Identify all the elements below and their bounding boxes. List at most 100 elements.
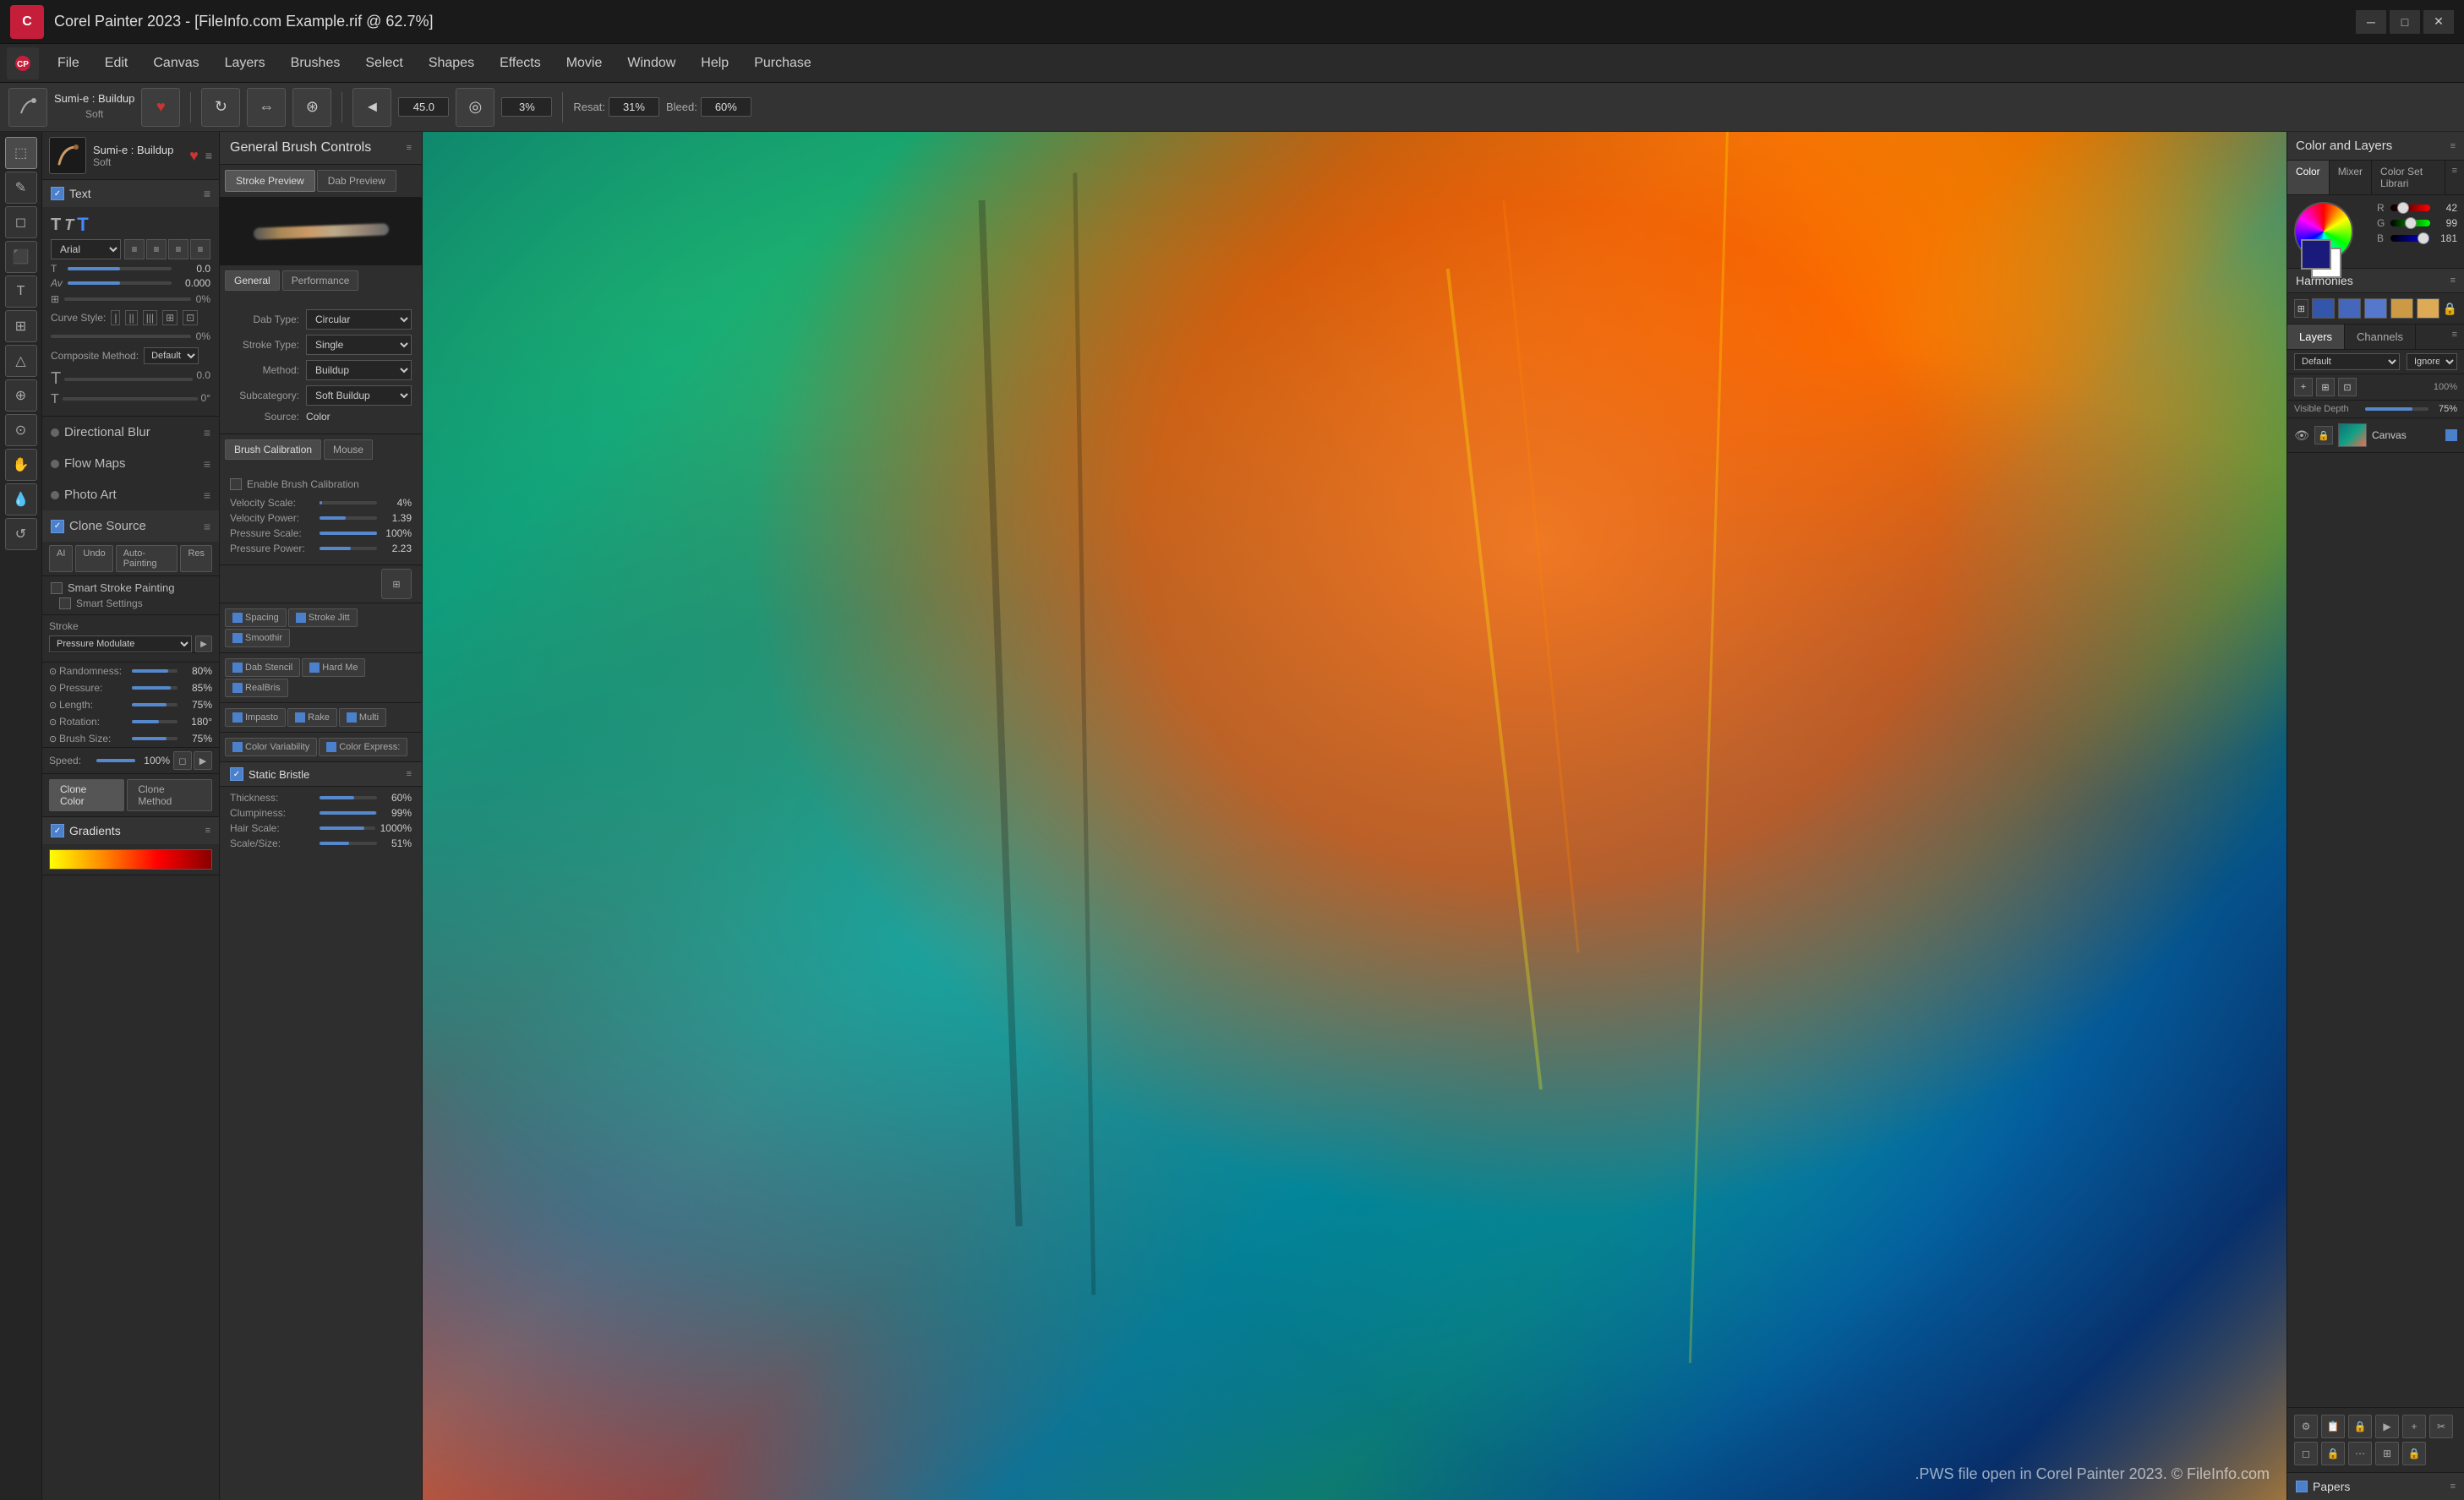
curve-icon1[interactable]: | [111, 310, 120, 325]
speed-stop-btn[interactable]: ◻ [173, 751, 192, 770]
ctrl-panel-menu-icon[interactable]: ≡ [407, 143, 412, 153]
harmonies-menu-icon[interactable]: ≡ [2450, 275, 2456, 286]
stroke-jitter-tab[interactable]: Stroke Jitt [288, 608, 358, 627]
speed-slider[interactable] [96, 759, 135, 762]
color-set-tab[interactable]: Color Set Librari [2372, 161, 2445, 194]
tool-fill[interactable]: ⬛ [5, 241, 37, 273]
layers-blend-select2[interactable]: Ignore [2407, 353, 2457, 370]
brush-menu-icon[interactable]: ≡ [205, 149, 212, 162]
harmony-swatch-5[interactable] [2417, 298, 2439, 319]
directional-blur-item[interactable]: Directional Blur ≡ [42, 417, 219, 448]
rb-settings-icon[interactable]: ⚙ [2294, 1415, 2318, 1438]
harmonies-tool-icon[interactable]: ⊞ [2294, 299, 2308, 318]
brush-calibration-tab[interactable]: Brush Calibration [225, 439, 321, 460]
canvas-layer-property-icon[interactable] [2445, 429, 2457, 441]
align-center-btn[interactable]: ≡ [146, 239, 167, 259]
hard-me-tab[interactable]: Hard Me [302, 658, 365, 677]
pressure-slider[interactable] [132, 686, 178, 690]
maximize-button[interactable]: □ [2390, 10, 2420, 34]
brush-favorite-icon[interactable]: ♥ [189, 147, 199, 165]
menu-purchase[interactable]: Purchase [742, 51, 823, 76]
tool-color-pick[interactable]: 💧 [5, 483, 37, 515]
layer-duplicate-icon[interactable]: ⊡ [2338, 378, 2357, 396]
harmony-swatch-1[interactable] [2312, 298, 2335, 319]
text-size-track[interactable] [68, 267, 172, 270]
scale-size-track[interactable] [320, 842, 377, 845]
painting-canvas[interactable] [423, 132, 2286, 1500]
static-bristle-checkbox[interactable] [230, 767, 243, 781]
tool-size-icon[interactable]: ◎ [456, 88, 494, 127]
color-tab[interactable]: Color [2287, 161, 2330, 194]
layers-blend-select[interactable]: Default [2294, 353, 2400, 370]
tool-eraser[interactable]: ◻ [5, 206, 37, 238]
harmony-swatch-4[interactable] [2390, 298, 2413, 319]
flow-maps-item[interactable]: Flow Maps ≡ [42, 448, 219, 479]
multi-tab[interactable]: Multi [339, 708, 386, 727]
auto-painting-button[interactable]: Auto-Painting [116, 545, 178, 572]
gradients-header[interactable]: Gradients ≡ [42, 817, 219, 844]
color-layers-menu-icon[interactable]: ≡ [2450, 141, 2456, 151]
text-track4[interactable] [63, 397, 198, 401]
font-select[interactable]: Arial [51, 239, 121, 259]
ai-button[interactable]: AI [49, 545, 73, 572]
curve-icon5[interactable]: ⊡ [183, 310, 198, 325]
smoothing-tab[interactable]: Smoothir [225, 629, 290, 647]
align-left-btn[interactable]: ≡ [124, 239, 145, 259]
rotation-slider[interactable] [132, 720, 178, 723]
composite-select[interactable]: Default [144, 347, 199, 364]
performance-tab[interactable]: Performance [282, 270, 359, 291]
speed-play-btn[interactable]: ▶ [194, 751, 212, 770]
gradients-checkbox[interactable] [51, 824, 64, 837]
photo-art-menu-icon[interactable]: ≡ [204, 488, 210, 502]
resat-value[interactable]: 31% [609, 97, 659, 117]
tool-pan[interactable]: ✋ [5, 449, 37, 481]
menu-select[interactable]: Select [353, 51, 414, 76]
stroke-type-select[interactable]: Single [306, 335, 412, 355]
photo-art-item[interactable]: Photo Art ≡ [42, 479, 219, 510]
layers-menu-icon[interactable]: ≡ [2445, 325, 2464, 349]
canvas-area[interactable]: .PWS file open in Corel Painter 2023. © … [423, 132, 2286, 1500]
tool-brush-icon[interactable] [8, 88, 47, 127]
clone-source-checkbox[interactable] [51, 520, 64, 533]
hair-scale-track[interactable] [320, 826, 375, 830]
harmony-swatch-3[interactable] [2364, 298, 2387, 319]
visible-depth-track[interactable] [2365, 407, 2428, 411]
menu-brushes[interactable]: Brushes [279, 51, 352, 76]
rb-lock2-icon[interactable]: 🔒 [2321, 1442, 2345, 1465]
tool-mirror-icon[interactable]: ⇔ [247, 88, 286, 127]
spacing-tab[interactable]: Spacing [225, 608, 287, 627]
gradients-menu-icon[interactable]: ≡ [205, 826, 210, 836]
opacity-value[interactable]: 3% [501, 97, 552, 117]
undo-button[interactable]: Undo [75, 545, 112, 572]
smart-stroke-checkbox[interactable] [51, 582, 63, 594]
rb-square-icon[interactable]: ◻ [2294, 1442, 2318, 1465]
rb-lock-icon[interactable]: 🔒 [2348, 1415, 2372, 1438]
gradient-preview[interactable] [49, 849, 212, 870]
method-select[interactable]: Buildup [306, 360, 412, 380]
tool-zoom[interactable]: ⊙ [5, 414, 37, 446]
harmony-lock-icon[interactable]: 🔒 [2443, 302, 2457, 316]
clone-color-tab[interactable]: Clone Color [49, 779, 124, 811]
tool-shape[interactable]: △ [5, 345, 37, 377]
text-section-header[interactable]: Text ≡ [42, 180, 219, 207]
rb-add-icon[interactable]: + [2402, 1415, 2426, 1438]
flow-maps-menu-icon[interactable]: ≡ [204, 457, 210, 471]
bleed-value[interactable]: 60% [701, 97, 751, 117]
rake-tab[interactable]: Rake [287, 708, 337, 727]
brush-size-slider[interactable] [132, 737, 178, 740]
align-justify-btn[interactable]: ≡ [190, 239, 210, 259]
align-right-btn[interactable]: ≡ [168, 239, 188, 259]
clone-source-item[interactable]: Clone Source ≡ [42, 510, 219, 542]
static-bristle-menu-icon[interactable]: ≡ [407, 769, 412, 779]
menu-file[interactable]: File [46, 51, 91, 76]
tool-clone[interactable]: ⊕ [5, 379, 37, 412]
velocity-scale-track[interactable] [320, 501, 377, 505]
text-normal-icon[interactable]: T [51, 215, 61, 235]
harmony-swatch-2[interactable] [2338, 298, 2361, 319]
realbris-tab[interactable]: RealBris [225, 679, 288, 697]
layer-group-icon[interactable]: ⊞ [2316, 378, 2335, 396]
b-thumb[interactable] [2418, 232, 2429, 244]
menu-shapes[interactable]: Shapes [417, 51, 486, 76]
size-value[interactable]: 45.0 [398, 97, 449, 117]
impasto-tab[interactable]: Impasto [225, 708, 286, 727]
